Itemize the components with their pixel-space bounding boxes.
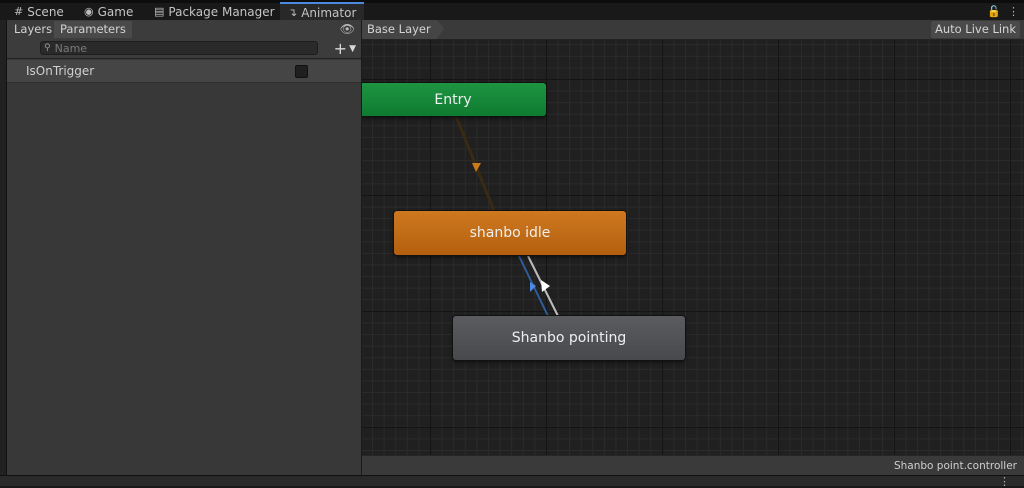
graph-footer: Shanbo point.controller: [362, 455, 1024, 475]
tab-label: Package Manager: [168, 4, 275, 19]
parameters-panel: Layers Parameters 👁 ⚲ Name + ▼ IsOnTrigg…: [7, 20, 362, 475]
add-parameter-button[interactable]: + ▼: [334, 39, 356, 58]
tab-animator[interactable]: ↴ Animator: [280, 2, 365, 21]
search-icon: ⚲: [44, 43, 51, 53]
grid-icon: #: [14, 5, 24, 18]
gamepad-icon: ◉: [84, 5, 94, 18]
bottom-panel-bar: ⋮: [0, 475, 1024, 488]
entry-transition-arrow: [472, 163, 481, 172]
tab-label: Game: [97, 4, 134, 19]
state-shanbo-pointing[interactable]: Shanbo pointing: [453, 316, 685, 360]
parameter-name: IsOnTrigger: [26, 64, 95, 78]
parameter-search-input[interactable]: ⚲ Name: [40, 41, 318, 55]
tab-label: Animator: [301, 5, 357, 20]
entry-node[interactable]: Entry: [362, 83, 546, 116]
lock-icon[interactable]: 🔓: [987, 5, 1001, 18]
parameter-row[interactable]: IsOnTrigger: [7, 60, 361, 83]
package-icon: ▤: [154, 5, 165, 18]
chevron-down-icon: ▼: [349, 43, 356, 54]
state-shanbo-idle[interactable]: shanbo idle: [394, 211, 626, 255]
tab-label: Scene: [27, 4, 64, 19]
controller-filename: Shanbo point.controller: [893, 460, 1017, 472]
more-options-icon[interactable]: ⋮: [1008, 5, 1019, 18]
layer-breadcrumb-bar: Base Layer Auto Live Link: [362, 20, 1024, 40]
tab-package-manager[interactable]: ▤ Package Manager: [154, 3, 275, 20]
animator-icon: ↴: [288, 6, 298, 19]
animator-graph[interactable]: Entry shanbo idle Shanbo pointing: [362, 20, 1024, 455]
eye-icon[interactable]: 👁: [340, 22, 355, 36]
tab-parameters[interactable]: Parameters: [54, 21, 132, 38]
plus-icon: +: [333, 39, 348, 58]
tab-game[interactable]: ◉ Game: [84, 3, 133, 20]
trigger-toggle[interactable]: [295, 65, 308, 78]
breadcrumb-base-layer[interactable]: Base Layer: [362, 20, 444, 39]
more-options-icon[interactable]: ⋮: [999, 475, 1010, 488]
search-placeholder: Name: [54, 41, 88, 55]
window-tab-bar: # Scene ◉ Game ▤ Package Manager ↴ Anima…: [0, 2, 1024, 21]
tab-layers[interactable]: Layers: [8, 21, 58, 38]
tab-scene[interactable]: # Scene: [14, 3, 64, 20]
auto-live-link-button[interactable]: Auto Live Link: [930, 21, 1020, 38]
left-dock-trim: [0, 20, 7, 475]
panel-tabs: Layers Parameters 👁: [7, 20, 361, 40]
parameter-search-row: ⚲ Name + ▼: [7, 39, 361, 59]
